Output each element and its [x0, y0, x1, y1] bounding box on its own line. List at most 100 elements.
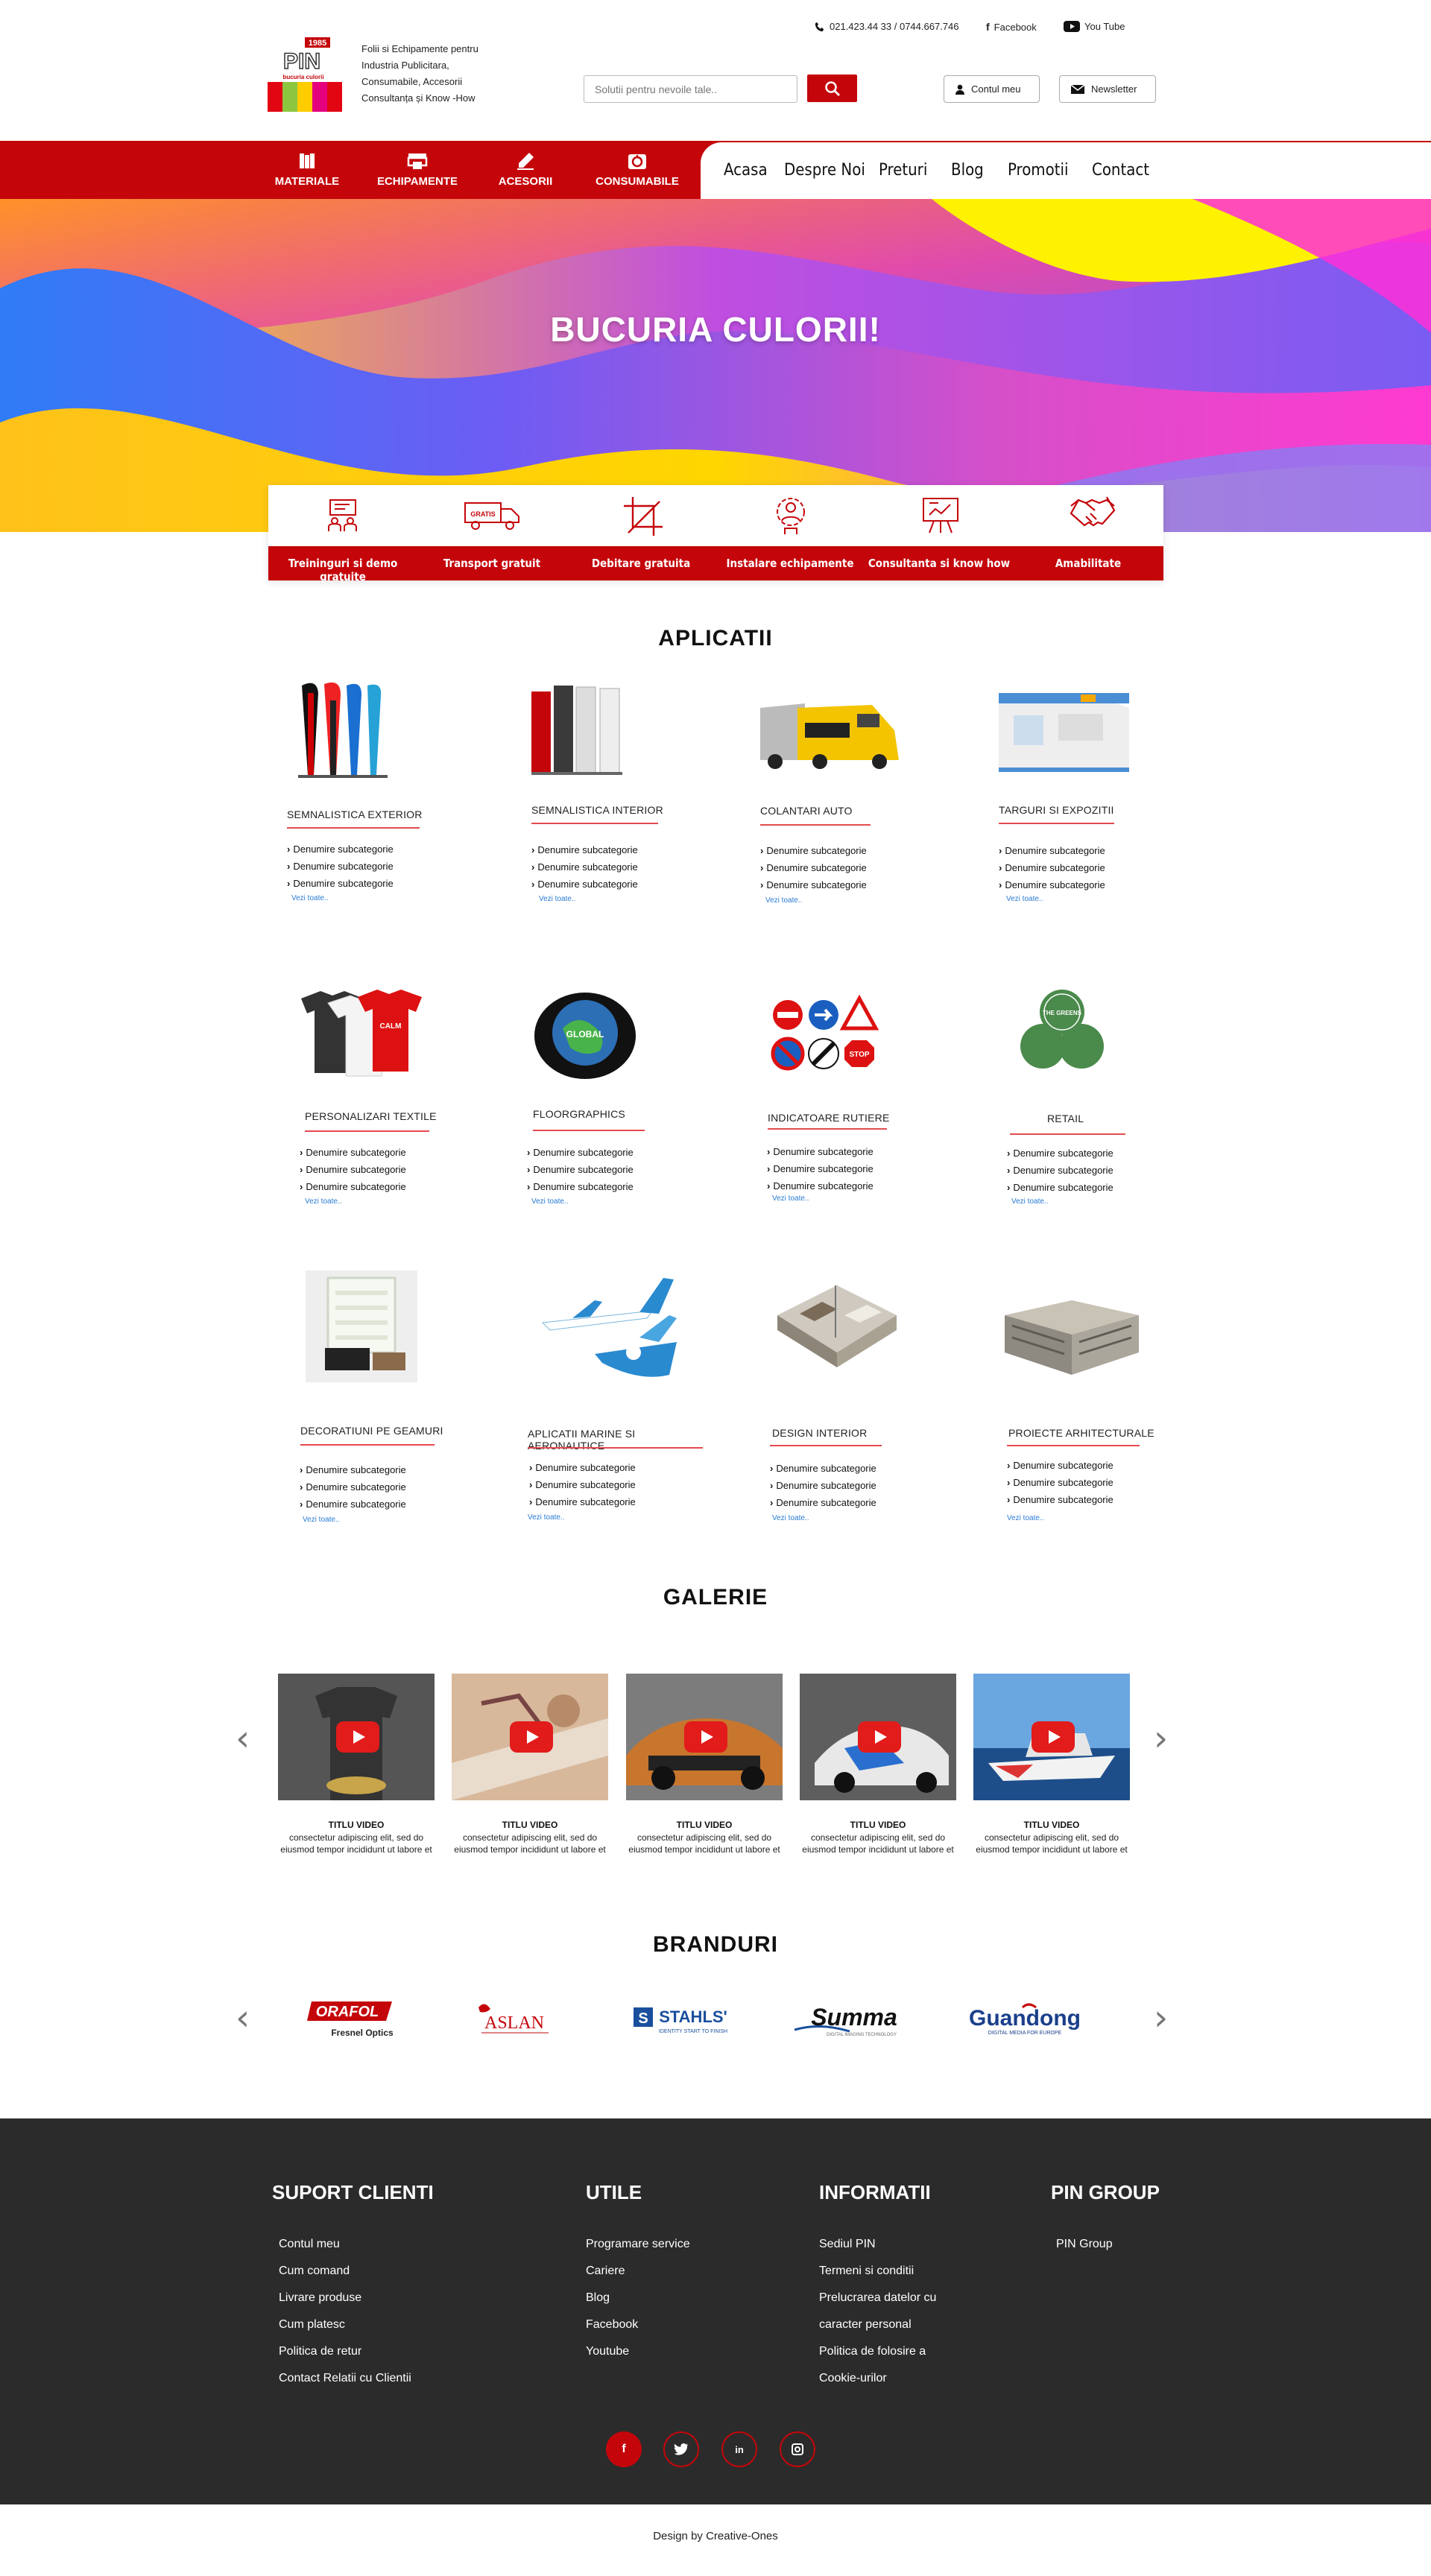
view-all-link[interactable]: Vezi toate.. — [1007, 1514, 1043, 1522]
gallery-item[interactable]: TITLU VIDEO consectetur adipiscing elit,… — [452, 1674, 608, 1855]
view-all-link[interactable]: Vezi toate.. — [772, 1514, 809, 1522]
view-all-link[interactable]: Vezi toate.. — [528, 1513, 564, 1522]
subcategory-list: Denumire subcategorie Denumire subcatego… — [287, 841, 393, 892]
brand-guandong[interactable]: Guandong DIGITAL MEDIA FOR EUROPE — [954, 1997, 1096, 2042]
social-twitter[interactable] — [663, 2431, 699, 2467]
play-icon — [336, 1721, 379, 1753]
view-all-link[interactable]: Vezi toate.. — [303, 1516, 339, 1524]
footer-link[interactable]: Politica de folosire a — [819, 2338, 936, 2365]
video-thumbnail[interactable] — [626, 1674, 783, 1800]
video-thumbnail[interactable] — [278, 1674, 435, 1800]
pin-logo[interactable]: 1985 PIN bucuria culorii — [266, 36, 344, 114]
gallery-next-arrow[interactable]: › — [1154, 1718, 1168, 1759]
search-button[interactable] — [807, 75, 857, 102]
subcategory-list: Denumire subcategorie Denumire subcatego… — [300, 1144, 405, 1195]
svg-text:STOP: STOP — [849, 1051, 869, 1059]
view-all-link[interactable]: Vezi toate.. — [1006, 895, 1043, 903]
main-navigation: MATERIALE ECHIPAMENTE ACESORII CONSUMABI… — [0, 142, 1431, 199]
video-thumbnail[interactable] — [973, 1674, 1130, 1800]
footer-link[interactable]: caracter personal — [819, 2311, 936, 2338]
footer-link[interactable]: Blog — [586, 2285, 690, 2311]
view-all-link[interactable]: Vezi toate.. — [305, 1197, 341, 1206]
view-all-link[interactable]: Vezi toate.. — [765, 896, 802, 905]
footer-col-suport: SUPORT CLIENTI Contul meu Cum comand Liv… — [272, 2181, 434, 2392]
footer-link[interactable]: Contact Relatii cu Clientii — [279, 2365, 434, 2392]
search-input[interactable] — [584, 75, 797, 103]
menu-contact[interactable]: Contact — [1092, 161, 1149, 180]
nav-category-acesorii[interactable]: ACESORII — [473, 151, 578, 188]
newsletter-button[interactable]: Newsletter — [1059, 75, 1156, 103]
view-all-link[interactable]: Vezi toate.. — [1011, 1197, 1048, 1206]
window-decor-image — [306, 1270, 417, 1382]
social-instagram[interactable] — [780, 2431, 815, 2467]
exhibition-stand-image — [999, 693, 1129, 772]
company-tagline: Folii si Echipamente pentru Industria Pu… — [361, 43, 478, 104]
title-underline — [770, 1445, 882, 1446]
nav-category-consumabile[interactable]: CONSUMABILE — [585, 151, 689, 188]
video-thumbnail[interactable] — [452, 1674, 608, 1800]
brands-next-arrow[interactable]: › — [1154, 1997, 1168, 2039]
menu-acasa[interactable]: Acasa — [724, 161, 768, 180]
video-thumbnail[interactable] — [800, 1674, 956, 1800]
footer-link[interactable]: Cum platesc — [279, 2311, 434, 2338]
nav-category-materiale[interactable]: MATERIALE — [255, 151, 359, 188]
youtube-link[interactable]: You Tube — [1064, 21, 1125, 32]
title-underline — [528, 1447, 703, 1449]
social-facebook[interactable]: f — [606, 2431, 642, 2467]
footer-link[interactable]: Prelucrarea datelor cu — [819, 2285, 936, 2311]
footer-heading: UTILE — [586, 2181, 642, 2203]
view-all-link[interactable]: Vezi toate.. — [539, 895, 575, 903]
gallery-item[interactable]: TITLU VIDEO consectetur adipiscing elit,… — [626, 1674, 783, 1855]
facebook-link[interactable]: f Facebook — [986, 21, 1037, 33]
brand-orafol[interactable]: ORAFOL Fresnel Optics — [306, 1997, 402, 2042]
wrapped-van-image — [760, 703, 899, 769]
subcategory-list: Denumire subcategorie Denumire subcatego… — [999, 842, 1105, 893]
user-icon — [955, 84, 964, 95]
menu-blog[interactable]: Blog — [951, 161, 984, 180]
svg-text:S: S — [638, 2010, 648, 2027]
gallery-item[interactable]: TITLU VIDEO consectetur adipiscing elit,… — [973, 1674, 1130, 1855]
design-credit: Design by Creative-Ones — [653, 2530, 778, 2542]
features-panel: Treininguri si demo gratuite GRATIS Tran… — [268, 485, 1163, 583]
footer-link[interactable]: Cookie-urilor — [819, 2365, 936, 2392]
footer-link[interactable]: Sediul PIN — [819, 2231, 936, 2258]
nav-category-echipamente[interactable]: ECHIPAMENTE — [365, 151, 470, 188]
view-all-link[interactable]: Vezi toate.. — [772, 1194, 809, 1203]
footer-link[interactable]: PIN Group — [1056, 2231, 1160, 2258]
pen-icon — [517, 153, 534, 170]
footer-link[interactable]: Facebook — [586, 2311, 690, 2338]
road-signs-image: STOP — [771, 994, 879, 1071]
phone-contact[interactable]: 021.423.44 33 / 0744.667.746 — [815, 21, 959, 32]
subcategory-list: Denumire subcategorie Denumire subcatego… — [1007, 1145, 1113, 1196]
brands-prev-arrow[interactable]: ‹ — [236, 1997, 250, 2039]
presentation-icon — [923, 498, 958, 534]
gallery-item[interactable]: TITLU VIDEO consectetur adipiscing elit,… — [800, 1674, 956, 1855]
subcategory-list: Denumire subcategorie Denumire subcatego… — [300, 1461, 405, 1513]
social-linkedin[interactable]: in — [721, 2431, 757, 2467]
menu-preturi[interactable]: Preturi — [879, 161, 927, 180]
view-all-link[interactable]: Vezi toate.. — [531, 1197, 568, 1206]
footer-link[interactable]: Youtube — [586, 2338, 690, 2365]
view-all-link[interactable]: Vezi toate.. — [291, 894, 328, 902]
footer-link[interactable]: Politica de retur — [279, 2338, 434, 2365]
brand-summa[interactable]: Summa DIGITAL IMAGING TECHNOLOGY — [790, 1997, 909, 2042]
menu-promotii[interactable]: Promotii — [1008, 161, 1068, 180]
brand-aslan[interactable]: ASLAN — [468, 1997, 557, 2042]
footer-link[interactable]: Livrare produse — [279, 2285, 434, 2311]
title-underline — [533, 1130, 645, 1131]
footer-link[interactable]: Termeni si conditii — [819, 2258, 936, 2285]
phone-icon — [815, 22, 824, 31]
building-render-image — [1005, 1300, 1139, 1375]
gallery-prev-arrow[interactable]: ‹ — [236, 1718, 250, 1759]
footer-link[interactable]: Cariere — [586, 2258, 690, 2285]
footer-link[interactable]: Programare service — [586, 2231, 690, 2258]
brand-stahls[interactable]: S STAHLS' IDENTITY START TO FINISH — [626, 1997, 745, 2042]
footer-link[interactable]: Cum comand — [279, 2258, 434, 2285]
svg-text:Summa: Summa — [811, 2004, 897, 2031]
gallery-item[interactable]: TITLU VIDEO consectetur adipiscing elit,… — [278, 1674, 435, 1855]
account-button[interactable]: Contul meu — [944, 75, 1040, 103]
footer-link[interactable]: Contul meu — [279, 2231, 434, 2258]
svg-text:Fresnel Optics: Fresnel Optics — [331, 2028, 394, 2038]
menu-despre-noi[interactable]: Despre Noi — [784, 161, 865, 180]
printer-icon — [407, 154, 428, 169]
